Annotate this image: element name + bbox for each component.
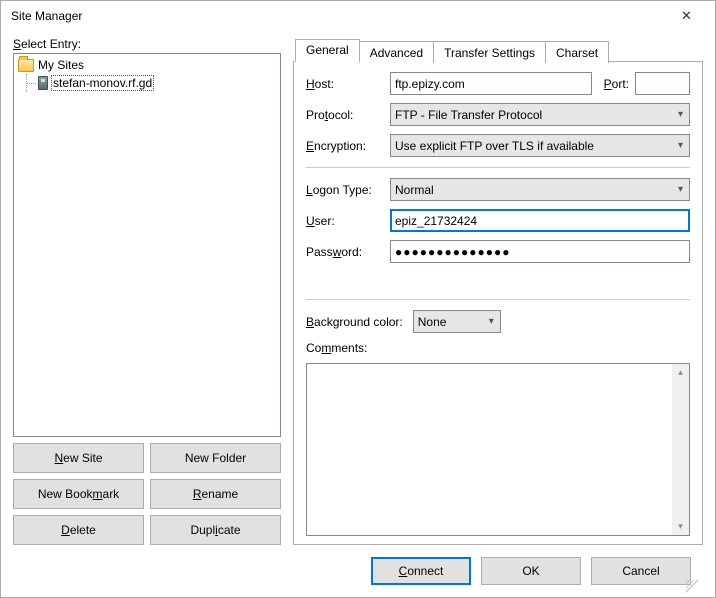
row-password: Password: [306, 240, 690, 263]
chevron-down-icon: ▾ [678, 184, 683, 195]
cancel-button[interactable]: Cancel [591, 557, 691, 585]
host-label: Host: [306, 77, 384, 91]
site-tree[interactable]: My Sites stefan-monov.rf.gd [13, 53, 281, 437]
tab-panel-general: Host: Port: Protocol: FTP - File Transfe… [293, 61, 703, 545]
bottom-bar: Connect OK Cancel [13, 545, 703, 597]
left-pane: Select Entry: My Sites stefan-monov.rf.g… [13, 37, 281, 545]
password-label: Password: [306, 245, 384, 259]
background-color-label: Background color: [306, 315, 403, 329]
server-icon [38, 76, 48, 90]
row-background-color: Background color: None ▾ [306, 310, 690, 333]
chevron-down-icon: ▾ [678, 109, 683, 120]
port-input[interactable] [635, 72, 690, 95]
tree-root-my-sites[interactable]: My Sites [16, 56, 278, 74]
scroll-up-icon[interactable]: ▴ [672, 364, 689, 381]
tab-general[interactable]: General [295, 39, 360, 62]
row-encryption: Encryption: Use explicit FTP over TLS if… [306, 134, 690, 157]
duplicate-button[interactable]: Duplicate [150, 515, 281, 545]
port-label: Port: [604, 77, 629, 91]
comments-label: Comments: [306, 341, 690, 355]
close-button[interactable]: ✕ [664, 2, 709, 30]
tab-advanced[interactable]: Advanced [359, 41, 434, 63]
new-bookmark-button[interactable]: New Bookmark [13, 479, 144, 509]
site-manager-window: Site Manager ✕ Select Entry: My Sites st… [0, 0, 716, 598]
content-area: Select Entry: My Sites stefan-monov.rf.g… [1, 31, 715, 597]
row-host: Host: Port: [306, 72, 690, 95]
tab-charset[interactable]: Charset [545, 41, 609, 63]
user-input[interactable] [390, 209, 690, 232]
resize-grip-icon[interactable] [686, 580, 700, 594]
folder-icon [18, 59, 34, 72]
scrollbar[interactable]: ▴ ▾ [672, 364, 689, 535]
chevron-down-icon: ▾ [489, 316, 494, 327]
titlebar: Site Manager ✕ [1, 1, 715, 31]
tabs: General Advanced Transfer Settings Chars… [295, 37, 703, 61]
scroll-down-icon[interactable]: ▾ [672, 518, 689, 535]
background-color-select[interactable]: None ▾ [413, 310, 501, 333]
main-area: Select Entry: My Sites stefan-monov.rf.g… [13, 37, 703, 545]
encryption-select[interactable]: Use explicit FTP over TLS if available ▾ [390, 134, 690, 157]
divider [306, 299, 690, 300]
select-entry-label: Select Entry: [13, 37, 281, 51]
logon-type-label: Logon Type: [306, 183, 384, 197]
tab-transfer-settings[interactable]: Transfer Settings [433, 41, 546, 63]
left-buttons: New Site New Folder New Bookmark Rename … [13, 443, 281, 545]
protocol-select[interactable]: FTP - File Transfer Protocol ▾ [390, 103, 690, 126]
comments-textarea[interactable]: ▴ ▾ [306, 363, 690, 536]
right-pane: General Advanced Transfer Settings Chars… [293, 37, 703, 545]
logon-type-select[interactable]: Normal ▾ [390, 178, 690, 201]
row-user: User: [306, 209, 690, 232]
protocol-label: Protocol: [306, 108, 384, 122]
window-title: Site Manager [11, 9, 664, 23]
new-site-button[interactable]: New Site [13, 443, 144, 473]
delete-button[interactable]: Delete [13, 515, 144, 545]
new-folder-button[interactable]: New Folder [150, 443, 281, 473]
host-input[interactable] [390, 72, 592, 95]
connect-button[interactable]: Connect [371, 557, 471, 585]
password-input[interactable] [390, 240, 690, 263]
tree-item-site[interactable]: stefan-monov.rf.gd [16, 74, 278, 92]
row-logon-type: Logon Type: Normal ▾ [306, 178, 690, 201]
rename-button[interactable]: Rename [150, 479, 281, 509]
encryption-label: Encryption: [306, 139, 384, 153]
ok-button[interactable]: OK [481, 557, 581, 585]
close-icon: ✕ [681, 8, 692, 24]
row-protocol: Protocol: FTP - File Transfer Protocol ▾ [306, 103, 690, 126]
divider [306, 167, 690, 168]
chevron-down-icon: ▾ [678, 140, 683, 151]
user-label: User: [306, 214, 384, 228]
